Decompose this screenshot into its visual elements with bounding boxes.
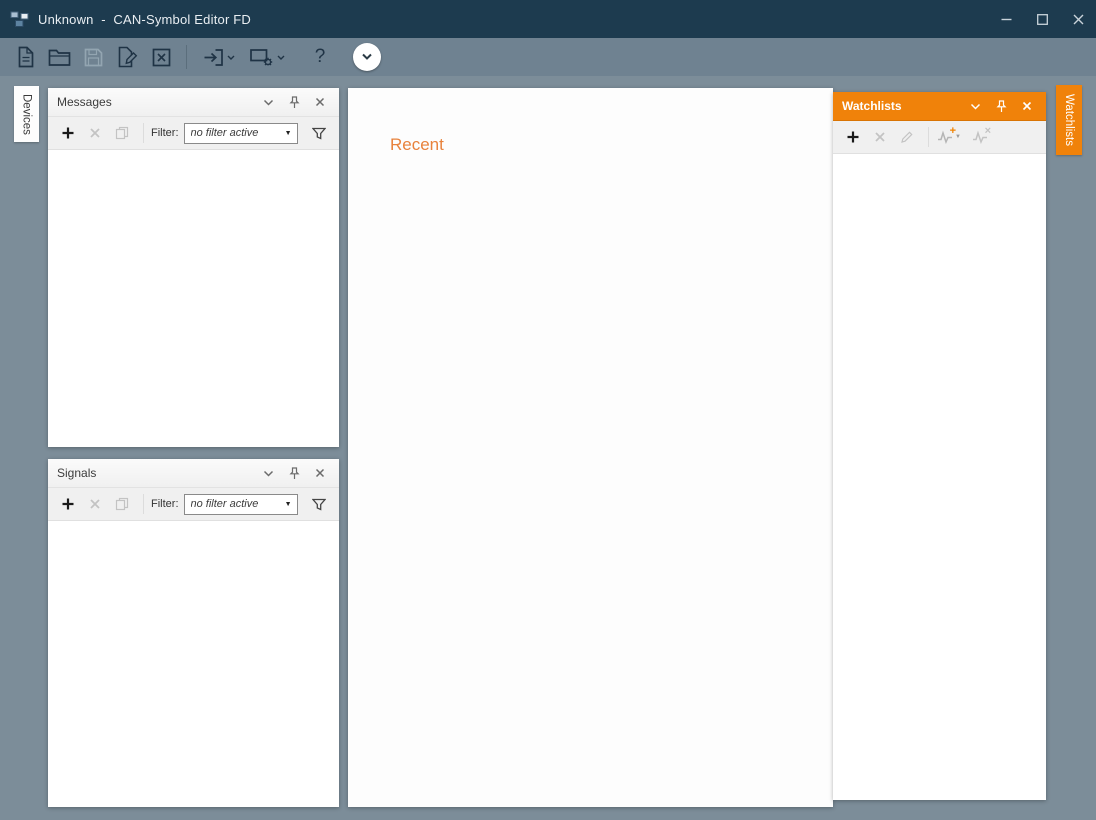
document-pencil-icon bbox=[116, 46, 138, 68]
messages-panel-header: Messages bbox=[48, 88, 339, 117]
close-button[interactable] bbox=[1060, 0, 1096, 38]
messages-toolbar: Filter: no filter active ▼ bbox=[48, 117, 339, 150]
tab-devices-label: Devices bbox=[20, 93, 33, 135]
new-file-button[interactable] bbox=[10, 42, 40, 72]
copy-icon bbox=[115, 126, 129, 140]
plus-icon bbox=[846, 130, 860, 144]
delete-message-button[interactable] bbox=[84, 122, 106, 144]
close-icon[interactable] bbox=[310, 92, 330, 112]
app-icon bbox=[10, 11, 29, 28]
collapse-chevron-icon[interactable] bbox=[258, 92, 278, 112]
copy-icon bbox=[115, 497, 129, 511]
x-icon bbox=[89, 498, 101, 510]
maximize-button[interactable] bbox=[1024, 0, 1060, 38]
pin-icon[interactable] bbox=[284, 463, 304, 483]
signals-list bbox=[48, 521, 339, 807]
chevron-down-icon bbox=[227, 55, 235, 60]
watchlists-panel-title: Watchlists bbox=[842, 99, 902, 113]
close-file-button[interactable] bbox=[146, 42, 176, 72]
filter-toggle-button[interactable] bbox=[308, 122, 330, 144]
x-icon bbox=[874, 131, 886, 143]
document-area: Recent bbox=[348, 88, 833, 807]
window-controls bbox=[988, 0, 1096, 38]
funnel-icon bbox=[312, 498, 326, 511]
filter-value: no filter active bbox=[190, 127, 259, 139]
application-window: Unknown - CAN-Symbol Editor FD ? Devices… bbox=[0, 0, 1096, 820]
open-folder-icon bbox=[48, 48, 71, 67]
save-icon bbox=[83, 47, 104, 68]
messages-panel-title: Messages bbox=[57, 95, 112, 109]
signal-filter-dropdown[interactable]: no filter active ▼ bbox=[183, 493, 298, 515]
tab-devices[interactable]: Devices bbox=[14, 86, 39, 142]
pencil-icon bbox=[900, 130, 914, 144]
messages-list bbox=[48, 150, 339, 447]
add-signal-to-watchlist-button[interactable]: + ▼ bbox=[934, 126, 964, 148]
message-filter-dropdown[interactable]: no filter active ▼ bbox=[183, 122, 298, 144]
help-icon: ? bbox=[314, 46, 326, 67]
watchlists-panel-header: Watchlists bbox=[833, 92, 1046, 121]
save-as-button[interactable] bbox=[112, 42, 142, 72]
close-icon[interactable] bbox=[1017, 96, 1037, 116]
tab-watchlists-label: Watchlists bbox=[1063, 94, 1075, 146]
pin-icon[interactable] bbox=[284, 92, 304, 112]
toolbar-expand-button[interactable] bbox=[353, 43, 381, 71]
dropdown-arrow-icon: ▼ bbox=[284, 500, 292, 508]
watchlists-panel: Watchlists + ▼ × bbox=[833, 92, 1046, 800]
recent-heading: Recent bbox=[390, 135, 444, 154]
device-gear-icon bbox=[249, 46, 274, 68]
edit-watchlist-button[interactable] bbox=[896, 126, 918, 148]
window-title: Unknown - CAN-Symbol Editor FD bbox=[38, 11, 252, 27]
import-button[interactable] bbox=[197, 42, 241, 72]
filter-label: Filter: bbox=[151, 498, 179, 510]
watchlists-toolbar: + ▼ × bbox=[833, 121, 1046, 154]
signals-panel: Signals Filter: no filter active ▼ bbox=[48, 459, 339, 807]
add-message-button[interactable] bbox=[57, 122, 79, 144]
signals-panel-title: Signals bbox=[57, 466, 97, 480]
plus-icon bbox=[61, 126, 75, 140]
chevron-down-icon bbox=[277, 55, 285, 60]
new-document-icon bbox=[15, 46, 36, 68]
toolbar-separator bbox=[143, 494, 144, 514]
toolbar-separator bbox=[143, 123, 144, 143]
help-button[interactable]: ? bbox=[305, 42, 335, 72]
signals-panel-header: Signals bbox=[48, 459, 339, 488]
toolbar-separator bbox=[928, 127, 929, 147]
filter-toggle-button[interactable] bbox=[308, 493, 330, 515]
chevron-down-icon bbox=[361, 53, 373, 61]
pin-icon[interactable] bbox=[991, 96, 1011, 116]
waveform-x-icon: × bbox=[972, 126, 991, 144]
main-toolbar: ? bbox=[0, 38, 1096, 76]
minimize-button[interactable] bbox=[988, 0, 1024, 38]
remove-signal-from-watchlist-button[interactable]: × bbox=[969, 126, 991, 148]
delete-signal-button[interactable] bbox=[84, 493, 106, 515]
export-device-button[interactable] bbox=[245, 42, 289, 72]
funnel-icon bbox=[312, 127, 326, 140]
signals-toolbar: Filter: no filter active ▼ bbox=[48, 488, 339, 521]
save-button[interactable] bbox=[78, 42, 108, 72]
toolbar-separator bbox=[186, 45, 187, 69]
open-file-button[interactable] bbox=[44, 42, 74, 72]
messages-panel: Messages Filter: no filter active ▼ bbox=[48, 88, 339, 447]
close-icon[interactable] bbox=[310, 463, 330, 483]
add-signal-button[interactable] bbox=[57, 493, 79, 515]
dropdown-arrow-icon: ▼ bbox=[284, 129, 292, 137]
filter-value: no filter active bbox=[190, 498, 259, 510]
import-icon bbox=[203, 48, 224, 67]
waveform-plus-icon: + bbox=[937, 126, 956, 144]
delete-watchlist-button[interactable] bbox=[869, 126, 891, 148]
tab-watchlists[interactable]: Watchlists bbox=[1056, 85, 1082, 155]
watchlists-list bbox=[833, 154, 1046, 800]
workspace: Devices Messages Filter: no filter activ… bbox=[0, 76, 1096, 820]
close-box-icon bbox=[151, 47, 172, 68]
filter-label: Filter: bbox=[151, 127, 179, 139]
copy-message-button[interactable] bbox=[111, 122, 133, 144]
x-icon bbox=[89, 127, 101, 139]
copy-signal-button[interactable] bbox=[111, 493, 133, 515]
plus-icon bbox=[61, 497, 75, 511]
collapse-chevron-icon[interactable] bbox=[965, 96, 985, 116]
add-watchlist-button[interactable] bbox=[842, 126, 864, 148]
collapse-chevron-icon[interactable] bbox=[258, 463, 278, 483]
title-bar: Unknown - CAN-Symbol Editor FD bbox=[0, 0, 1096, 38]
